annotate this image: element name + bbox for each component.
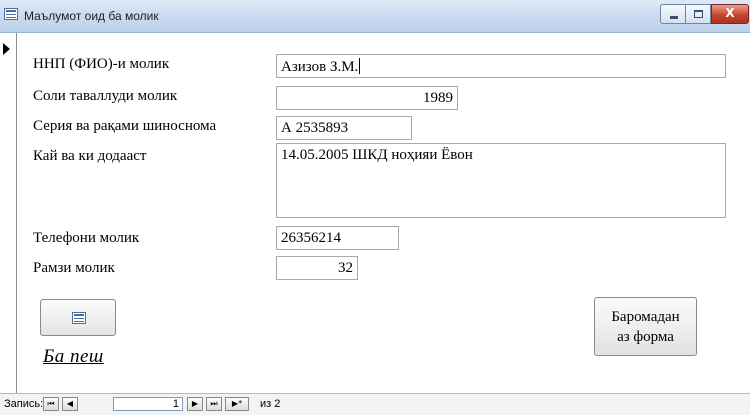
text-caret (359, 58, 361, 74)
exit-form-button[interactable]: Баромадан аз форма (594, 297, 697, 356)
passport-input[interactable]: А 2535893 (276, 116, 412, 140)
next-record-button[interactable]: ▶ (187, 397, 203, 411)
owner-name-value: Азизов З.М. (281, 59, 359, 75)
close-button[interactable]: X (711, 4, 749, 24)
first-record-button[interactable]: ⏮ (43, 397, 59, 411)
window-title: Маълумот оид ба молик (24, 9, 159, 23)
form-icon (72, 312, 86, 324)
form-icon (4, 8, 18, 20)
minimize-button[interactable] (660, 4, 686, 24)
exit-form-button-line2: аз форма (617, 329, 674, 345)
record-count: из 2 (260, 398, 281, 410)
close-icon: X (725, 6, 735, 20)
birth-year-label: Соли таваллуди молик (33, 88, 178, 104)
new-record-button[interactable]: ▶* (225, 397, 249, 411)
owner-name-input[interactable]: Азизов З.М. (276, 54, 726, 78)
last-record-button[interactable]: ⏭ (206, 397, 222, 411)
maximize-button[interactable] (685, 4, 711, 24)
previous-record-button[interactable]: ◀ (62, 397, 78, 411)
exit-form-button-line1: Баромадан (611, 309, 680, 325)
back-link[interactable]: Ба пеш (43, 346, 104, 368)
record-navigation-bar: Запись: ⏮ ◀ 1 ▶ ⏭ ▶* из 2 (0, 393, 750, 415)
record-selector[interactable] (0, 33, 17, 393)
owner-code-input[interactable]: 32 (276, 256, 358, 280)
maximize-icon (694, 10, 703, 18)
record-label: Запись: (4, 398, 44, 410)
owner-name-label: ННП (ФИО)-и молик (33, 56, 170, 72)
current-record-arrow-icon (3, 43, 10, 55)
minimize-icon (670, 16, 678, 19)
window-title-bar[interactable]: Маълумот оид ба молик X (0, 0, 750, 33)
open-form-icon-button[interactable] (40, 299, 116, 336)
passport-label: Серия ва рақами шиносномa (33, 118, 217, 134)
issued-label: Кай ва ки додааст (33, 148, 147, 164)
issued-input[interactable]: 14.05.2005 ШКД ноҳияи Ёвон (276, 143, 726, 218)
birth-year-input[interactable]: 1989 (276, 86, 458, 110)
phone-input[interactable]: 26356214 (276, 226, 399, 250)
phone-label: Телефони молик (33, 230, 140, 246)
owner-code-label: Рамзи молик (33, 260, 115, 276)
current-record-input[interactable]: 1 (113, 397, 183, 411)
